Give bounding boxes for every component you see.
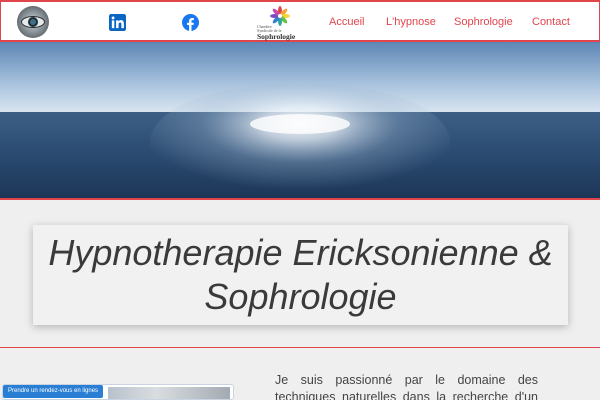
nav-contact[interactable]: Contact bbox=[532, 16, 570, 28]
sea-horizon-image bbox=[0, 42, 600, 198]
nav-sophrologie[interactable]: Sophrologie bbox=[454, 16, 513, 28]
booking-widget[interactable]: Prendre un rendez-vous en lignes bbox=[2, 384, 234, 400]
intro-paragraph: Je suis passionné par le domaine des tec… bbox=[275, 373, 538, 400]
page-title: Hypnotherapie Ericksonienne & Sophrologi… bbox=[48, 232, 553, 317]
section-divider bbox=[0, 347, 600, 348]
flower-logo-icon bbox=[270, 6, 290, 26]
nav-hypnose[interactable]: L'hypnose bbox=[386, 16, 436, 28]
facebook-icon[interactable] bbox=[182, 14, 199, 31]
eye-logo-icon[interactable] bbox=[17, 6, 49, 38]
title-card: Hypnotherapie Ericksonienne & Sophrologi… bbox=[33, 225, 568, 325]
eye-iris bbox=[28, 17, 38, 27]
booking-button[interactable]: Prendre un rendez-vous en lignes bbox=[3, 385, 104, 398]
linkedin-icon[interactable] bbox=[109, 14, 126, 31]
hero-banner bbox=[0, 42, 600, 200]
nav-accueil[interactable]: Accueil bbox=[329, 16, 364, 28]
chambre-syndicale-logo[interactable]: Chambre Syndicale de la Sophrologie bbox=[255, 5, 299, 41]
booking-widget-image bbox=[108, 387, 230, 399]
chambre-logo-line3: Sophrologie bbox=[257, 32, 296, 41]
site-header: Chambre Syndicale de la Sophrologie Accu… bbox=[0, 0, 600, 42]
